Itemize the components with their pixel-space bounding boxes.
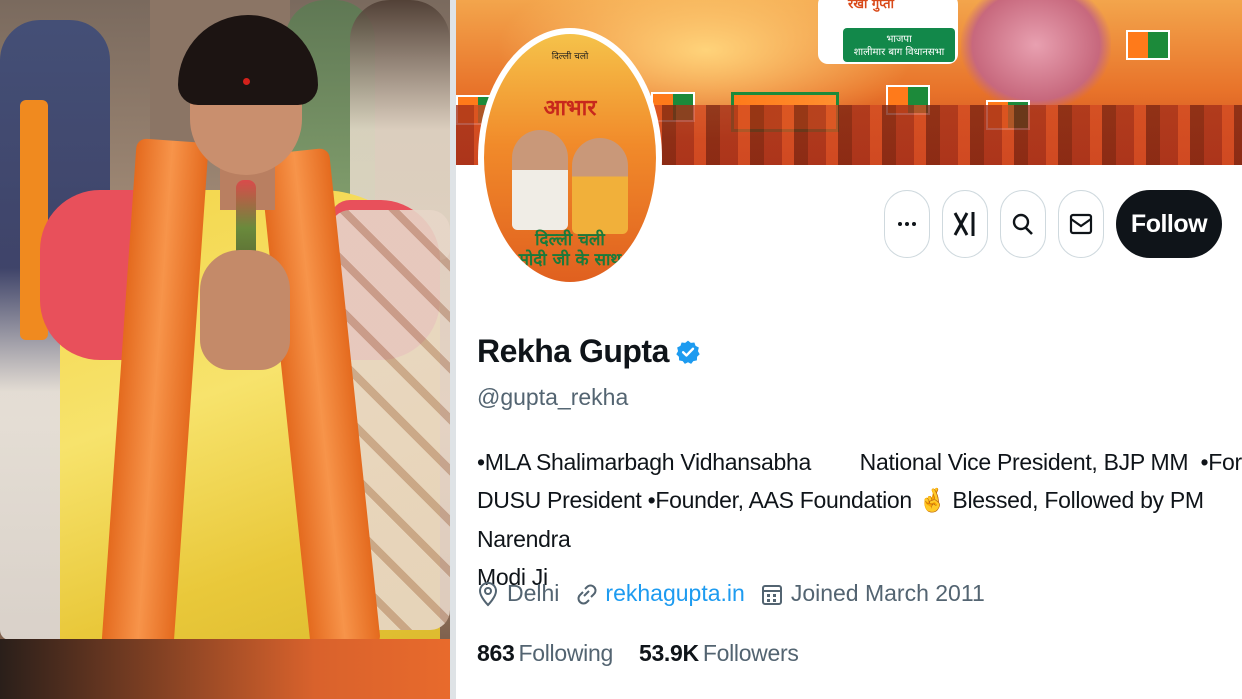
following-link[interactable]: 863 Following bbox=[477, 640, 613, 667]
avatar-top-text: दिल्ली चलो bbox=[551, 52, 589, 62]
banner-person bbox=[961, 0, 1111, 110]
join-date-text: Joined March 2011 bbox=[790, 580, 985, 606]
location-pin-icon bbox=[478, 581, 498, 606]
search-icon bbox=[1012, 213, 1033, 235]
avatar-bottom-line1: दिल्ली चली bbox=[535, 230, 605, 250]
search-button[interactable] bbox=[1000, 190, 1046, 258]
bio-text: DUSU President •Founder, AAS Foundation bbox=[477, 487, 918, 513]
avatar[interactable]: दिल्ली चलो आभार दिल्ली चली मोदी जी के सा… bbox=[478, 28, 662, 288]
more-button[interactable] bbox=[884, 190, 930, 258]
display-name: Rekha Gupta bbox=[477, 333, 669, 369]
grok-button[interactable] bbox=[942, 190, 988, 258]
banner-sign-title: रेखा गुप्ता bbox=[848, 0, 894, 12]
followers-label: Followers bbox=[702, 640, 799, 666]
party-flag bbox=[1126, 30, 1170, 60]
message-button[interactable] bbox=[1058, 190, 1104, 258]
x-profile-page: रेखा गुप्ता भाजपा शालीमार बाग विधानसभा द… bbox=[456, 0, 1242, 699]
following-count: 863 bbox=[477, 640, 515, 666]
avatar-big-text: आभार bbox=[543, 96, 597, 121]
profile-bio: •MLA Shalimarbagh Vidhansabha National V… bbox=[477, 443, 1242, 596]
website-link[interactable]: rekhagupta.in bbox=[605, 580, 744, 607]
calendar-icon bbox=[761, 584, 782, 605]
follow-button[interactable]: Follow bbox=[1116, 190, 1222, 258]
avatar-person bbox=[572, 138, 628, 234]
more-icon bbox=[898, 222, 916, 226]
location-text: Delhi bbox=[507, 580, 560, 606]
profile-actions: Follow bbox=[884, 190, 1222, 258]
user-handle: @gupta_rekha bbox=[477, 384, 629, 410]
avatar-person bbox=[512, 130, 568, 230]
folded-hands bbox=[200, 250, 290, 370]
grok-icon bbox=[953, 212, 975, 236]
link-icon bbox=[577, 584, 597, 604]
bindi bbox=[243, 78, 250, 85]
avatar-bottom-line2: मोदी जी के साथ bbox=[518, 250, 622, 270]
avatar-bottom-text: दिल्ली चली मोदी जी के साथ bbox=[484, 230, 656, 270]
join-date: Joined March 2011 bbox=[761, 580, 985, 607]
followers-count: 53.9K bbox=[638, 640, 699, 666]
avatar-image: दिल्ली चलो आभार दिल्ली चली मोदी जी के सा… bbox=[484, 34, 656, 282]
bio-line: •MLA Shalimarbagh Vidhansabha National V… bbox=[477, 449, 1242, 475]
profile-photo bbox=[0, 0, 450, 699]
crossed-fingers-emoji: 🤞 bbox=[917, 488, 947, 514]
bio-line: DUSU President •Founder, AAS Foundation … bbox=[477, 481, 1227, 558]
followers-link[interactable]: 53.9K Followers bbox=[639, 640, 799, 667]
banner-sign-constituency: शालीमार बाग विधानसभा bbox=[853, 47, 945, 58]
banner-sign-party: भाजपा bbox=[886, 34, 912, 45]
message-icon bbox=[1069, 213, 1093, 235]
website[interactable]: rekhagupta.in bbox=[575, 580, 745, 607]
following-label: Following bbox=[518, 640, 613, 666]
location: Delhi bbox=[477, 580, 559, 607]
stage-floor bbox=[0, 639, 450, 699]
name-row: Rekha Gupta bbox=[477, 333, 701, 370]
profile-meta: Delhi rekhagupta.in Joined March 2011 bbox=[477, 580, 1001, 607]
follow-counts: 863 Following 53.9K Followers bbox=[477, 640, 825, 667]
banner-sign-green: भाजपा शालीमार बाग विधानसभा bbox=[843, 28, 955, 62]
verified-badge-icon[interactable] bbox=[675, 339, 701, 365]
